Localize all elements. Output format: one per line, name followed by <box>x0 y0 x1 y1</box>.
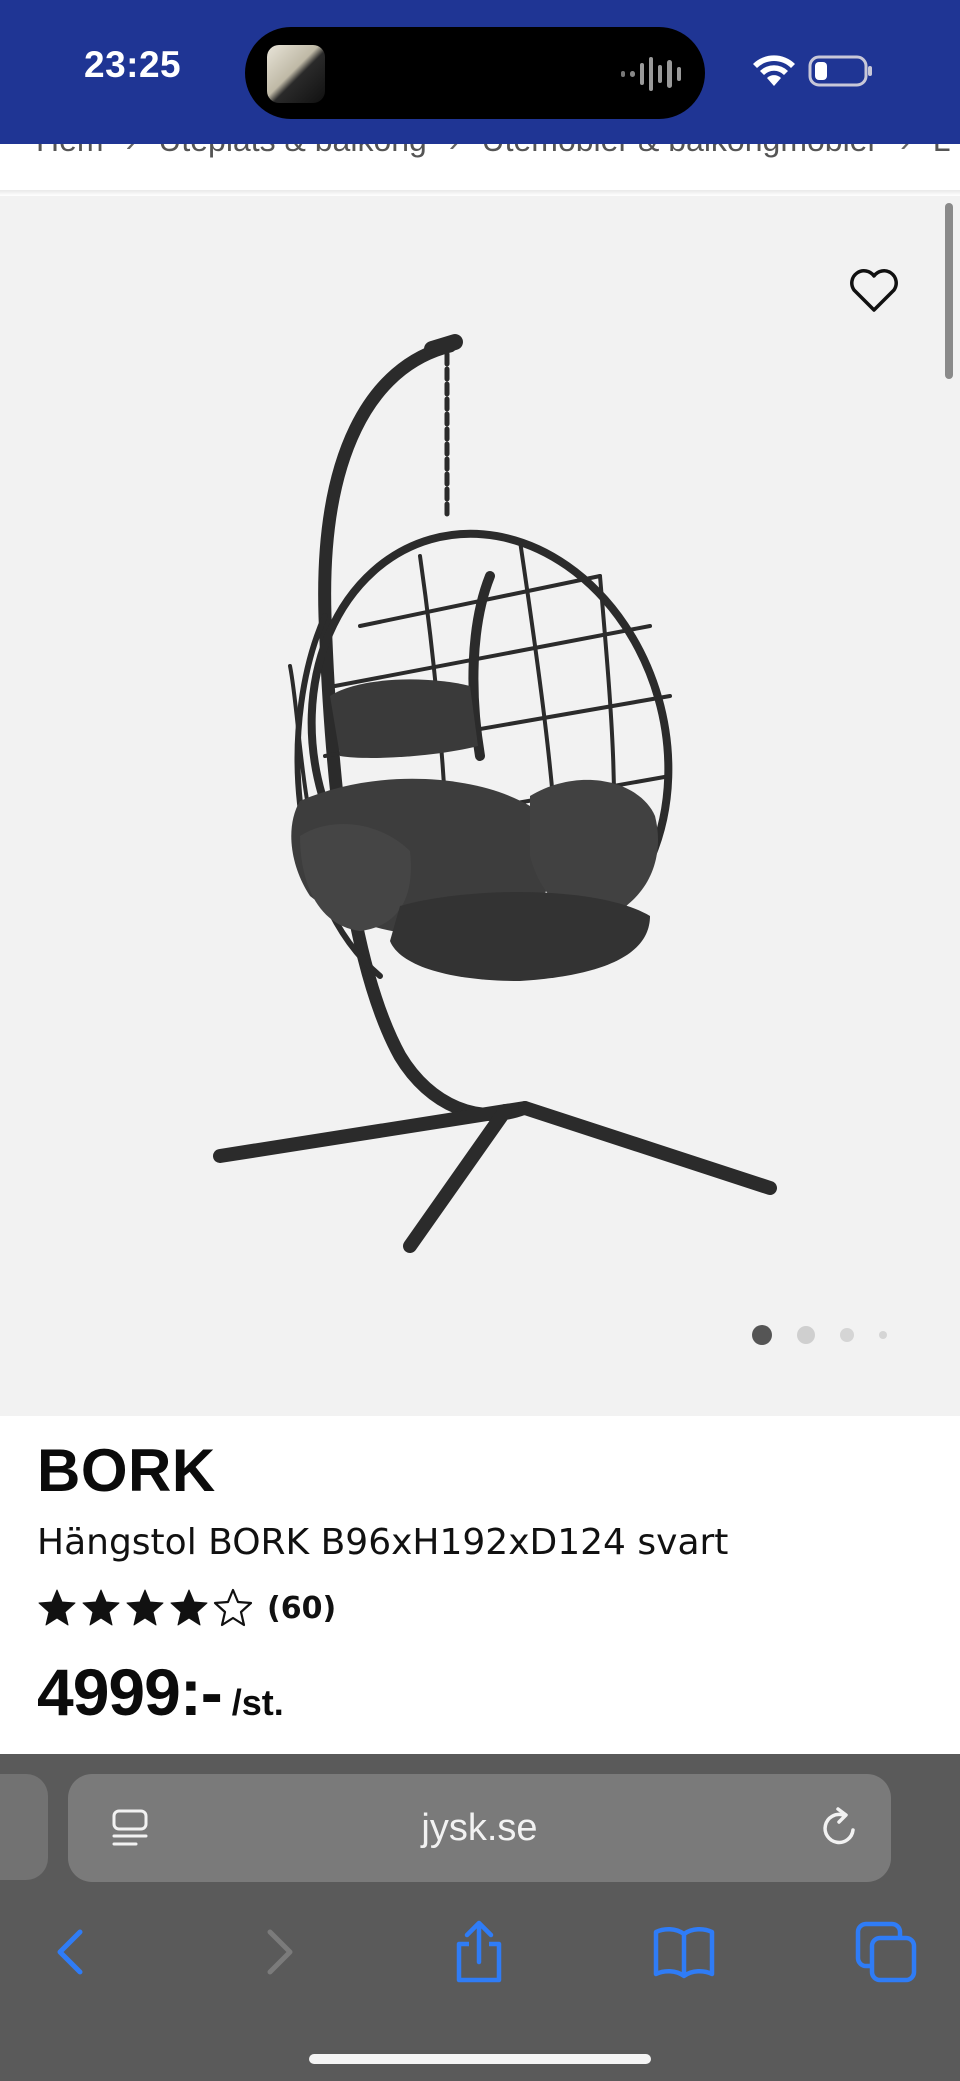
dynamic-island[interactable] <box>245 27 705 119</box>
browser-bottom-bar: jysk.se <box>0 1754 960 2081</box>
bookmarks-icon[interactable] <box>650 1918 718 1986</box>
price-unit: /st. <box>231 1682 284 1723</box>
breadcrumb-separator: › <box>900 144 911 159</box>
browser-toolbar <box>0 1904 960 2000</box>
previous-tab-peek[interactable] <box>0 1774 48 1880</box>
product-price: 4999:-/st. <box>37 1654 284 1730</box>
carousel-dot[interactable] <box>879 1331 887 1339</box>
breadcrumb-item-uteplats[interactable]: Uteplats & balkong <box>158 144 427 159</box>
product-image <box>213 334 777 1253</box>
price-value: 4999:- <box>37 1655 223 1729</box>
forward-arrow-icon[interactable] <box>244 1918 312 1986</box>
breadcrumb: Hem › Uteplats & balkong › Utemöbler & b… <box>0 144 960 196</box>
breadcrumb-item-home[interactable]: Hem <box>36 144 104 159</box>
battery-icon <box>808 55 872 87</box>
breadcrumb-separator: › <box>126 144 137 159</box>
product-brand: BORK <box>37 1437 216 1504</box>
now-playing-artwork <box>267 45 325 103</box>
status-time: 23:25 <box>84 44 182 85</box>
carousel-dot[interactable] <box>752 1325 772 1345</box>
home-indicator[interactable] <box>309 2054 651 2064</box>
star-filled-icon <box>82 1589 120 1626</box>
star-empty-icon <box>213 1588 253 1627</box>
url-text[interactable]: jysk.se <box>68 1774 891 1882</box>
carousel-dots <box>0 1320 960 1350</box>
favorite-heart-icon[interactable] <box>846 266 902 316</box>
back-arrow-icon[interactable] <box>38 1918 106 1986</box>
breadcrumb-item-utemobler[interactable]: Utemöbler & balkongmöbler <box>481 144 878 159</box>
breadcrumb-item-current[interactable]: L <box>933 144 951 159</box>
scrollbar[interactable] <box>945 203 953 379</box>
product-rating[interactable]: (60) <box>37 1586 336 1630</box>
status-bar: 23:25 <box>0 0 960 144</box>
product-image-carousel[interactable] <box>0 196 960 1416</box>
share-icon[interactable] <box>445 1918 513 1986</box>
breadcrumb-separator: › <box>449 144 460 159</box>
carousel-dot[interactable] <box>840 1328 854 1342</box>
star-filled-icon <box>170 1589 208 1626</box>
tabs-icon[interactable] <box>854 1918 922 1986</box>
product-name: Hängstol BORK B96xH192xD124 svart <box>37 1522 729 1563</box>
audio-waveform-icon <box>621 57 681 91</box>
star-filled-icon <box>126 1589 164 1626</box>
address-bar[interactable]: jysk.se <box>68 1774 891 1882</box>
carousel-dot[interactable] <box>797 1326 815 1344</box>
rating-stars <box>37 1588 253 1628</box>
wifi-icon <box>753 55 795 86</box>
star-filled-icon <box>38 1589 76 1626</box>
reload-icon[interactable] <box>817 1806 861 1850</box>
review-count[interactable]: (60) <box>267 1591 336 1626</box>
